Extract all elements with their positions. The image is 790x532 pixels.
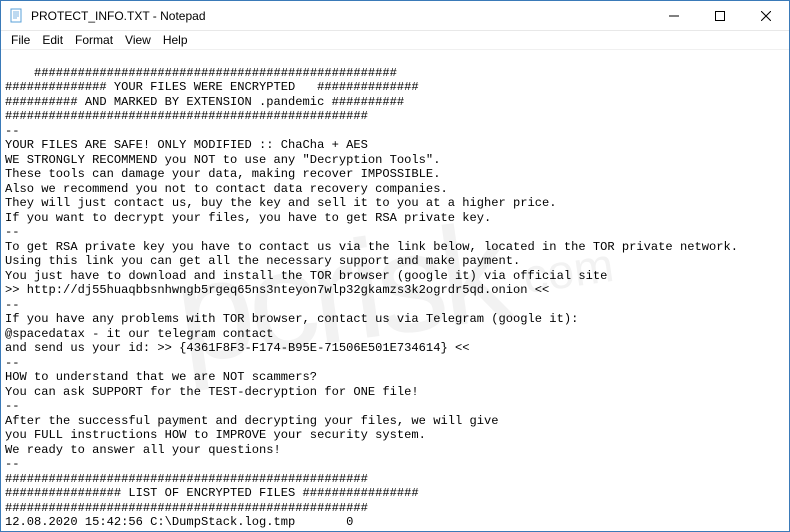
menu-view[interactable]: View — [119, 33, 157, 47]
app-icon — [9, 8, 25, 24]
close-button[interactable] — [743, 1, 789, 30]
window-title: PROTECT_INFO.TXT - Notepad — [31, 9, 651, 23]
menu-file[interactable]: File — [5, 33, 36, 47]
window-controls — [651, 1, 789, 30]
menu-format[interactable]: Format — [69, 33, 119, 47]
minimize-button[interactable] — [651, 1, 697, 30]
titlebar[interactable]: PROTECT_INFO.TXT - Notepad — [1, 1, 789, 31]
menubar: File Edit Format View Help — [1, 31, 789, 50]
menu-help[interactable]: Help — [157, 33, 194, 47]
text-area[interactable]: ########################################… — [1, 50, 789, 531]
watermark: pcrisk.com — [176, 247, 615, 333]
notepad-window: PROTECT_INFO.TXT - Notepad File Edit For… — [0, 0, 790, 532]
maximize-button[interactable] — [697, 1, 743, 30]
menu-edit[interactable]: Edit — [36, 33, 69, 47]
